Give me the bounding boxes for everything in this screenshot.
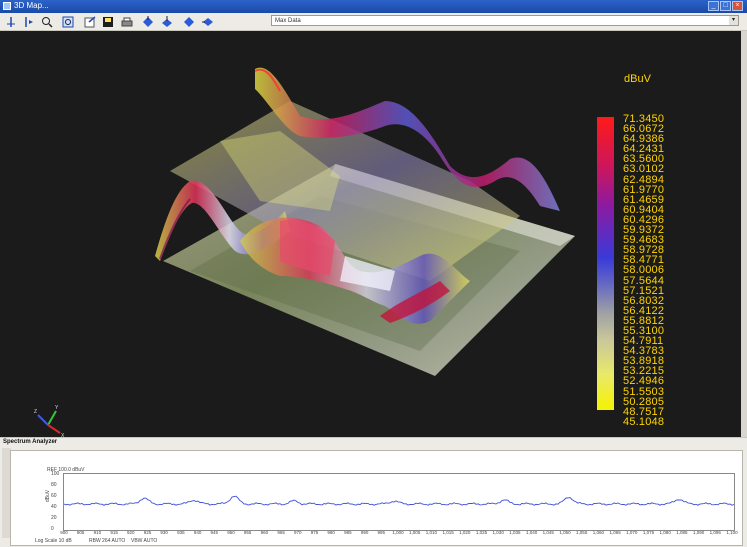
x-tick-label: 1,010 [425, 530, 438, 535]
y-tick-label: 40 [51, 504, 57, 510]
x-tick-label: 1,050 [559, 530, 571, 535]
x-tick-label: 1,065 [609, 530, 621, 535]
x-tick-label: 975 [310, 530, 319, 535]
minimize-button[interactable]: _ [708, 1, 719, 11]
x-tick-label: 980 [327, 530, 335, 535]
window-title: 3D Map... [14, 1, 49, 10]
x-tick-label: 1,015 [442, 530, 454, 535]
svg-text:Z: Z [34, 409, 37, 415]
view-front-icon[interactable] [160, 15, 173, 28]
x-tick-label: 1,100 [726, 530, 738, 535]
zoom-fit-icon[interactable] [61, 15, 74, 28]
spectrum-trace [63, 495, 735, 506]
save-icon[interactable] [101, 15, 114, 28]
footer-rbw: RBW 264 AUTO [89, 538, 126, 544]
marker-move-icon[interactable] [21, 15, 34, 28]
x-tick-label: 1,000 [392, 530, 404, 535]
x-tick-label: 1,005 [409, 530, 421, 535]
y-tick-label: 80 [51, 482, 57, 488]
data-select-value: Max Data [275, 18, 301, 24]
x-tick-label: 1,030 [492, 530, 504, 535]
view-top-icon[interactable] [141, 15, 154, 28]
color-scale-unit: dBuV [624, 73, 651, 85]
spectrum-panel: Spectrum Analyzer REF 100.0 dBuV dBuV 10… [0, 437, 747, 547]
map-3d-viewport[interactable]: dBuV 71.3450 66.0672 64.9386 64.2431 63.5600… [0, 31, 741, 437]
toolbar: Max Data ▾ [0, 13, 747, 31]
x-tick-label: 965 [277, 530, 285, 535]
color-scale-labels: 71.3450 66.0672 64.9386 64.2431 63.5600 63.01… [623, 113, 703, 428]
x-tick-label: 930 [160, 530, 168, 535]
color-scale-bar [597, 117, 614, 410]
splitter-bar[interactable] [741, 31, 747, 437]
x-tick-label: 955 [243, 530, 252, 535]
view-side-icon[interactable] [201, 15, 214, 28]
color-scale-label: 58.0006 [623, 264, 665, 277]
x-tick-label: 1,080 [659, 530, 671, 535]
x-tick-label: 1,045 [542, 530, 554, 535]
color-scale-label: 45.1048 [623, 415, 665, 428]
spectrum-panel-title: Spectrum Analyzer [3, 439, 58, 445]
print-icon[interactable] [120, 15, 133, 28]
x-tick-label: 935 [177, 530, 185, 535]
x-tick-label: 900 [60, 530, 68, 535]
chevron-down-icon[interactable]: ▾ [729, 16, 738, 25]
app-icon [3, 2, 11, 10]
zoom-icon[interactable] [40, 15, 53, 28]
x-tick-label: 920 [127, 530, 135, 535]
x-tick-label: 995 [377, 530, 386, 535]
y-tick-label: 0 [51, 526, 54, 532]
x-tick-label: 985 [344, 530, 352, 535]
x-tick-label: 1,075 [642, 530, 655, 535]
x-tick-label: 1,070 [626, 530, 638, 535]
x-tick-label: 960 [260, 530, 269, 535]
view-iso-icon[interactable] [182, 15, 195, 28]
maximize-button[interactable]: □ [720, 1, 731, 11]
title-bar: 3D Map... _ □ × [0, 0, 747, 13]
x-tick-label: 1,040 [525, 530, 538, 535]
x-tick-label: 905 [76, 530, 85, 535]
spectrum-plot-area[interactable] [63, 473, 735, 531]
x-tick-label: 940 [193, 530, 202, 535]
x-tick-label: 990 [360, 530, 369, 535]
x-tick-label: 1,035 [509, 530, 521, 535]
export-icon[interactable] [83, 15, 96, 28]
x-tick-label: 1,060 [592, 530, 605, 535]
x-tick-label: 970 [294, 530, 302, 535]
x-tick-label: 1,025 [475, 530, 488, 535]
x-tick-label: 910 [93, 530, 102, 535]
x-tick-label: 1,095 [709, 530, 721, 535]
x-tick-label: 925 [143, 530, 152, 535]
spectrum-plot[interactable]: REF 100.0 dBuV dBuV 100 80 60 40 20 0 900 905 9… [10, 450, 743, 546]
y-tick-label: 20 [51, 515, 57, 521]
footer-vbw: VBW AUTO [131, 538, 158, 544]
marker-add-icon[interactable] [4, 15, 17, 28]
x-tick-label: 1,090 [692, 530, 705, 535]
x-tick-label: 1,085 [676, 530, 688, 535]
data-select[interactable]: Max Data ▾ [271, 15, 739, 26]
x-tick-label: 915 [110, 530, 118, 535]
axis-triad-icon: Z Y X [34, 405, 65, 437]
x-tick-label: 1,055 [576, 530, 588, 535]
y-tick-label: 60 [51, 493, 57, 499]
x-tick-label: 950 [227, 530, 235, 535]
svg-text:Y: Y [55, 405, 59, 411]
x-tick-label: 1,020 [459, 530, 471, 535]
close-button[interactable]: × [732, 1, 743, 11]
footer-log-scale: Log Scale 10 dB [35, 538, 72, 544]
x-tick-label: 945 [210, 530, 219, 535]
y-tick-label: 100 [51, 471, 60, 477]
